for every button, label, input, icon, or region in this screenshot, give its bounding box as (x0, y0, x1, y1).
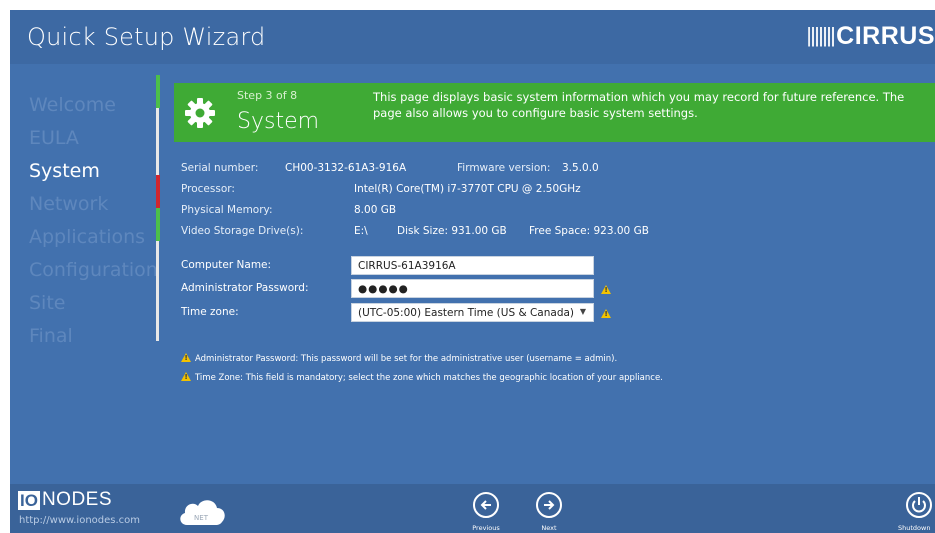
chevron-down-icon[interactable]: ▼ (580, 307, 586, 316)
free-space-value: Free Space: 923.00 GB (529, 225, 649, 237)
disk-size-value: Disk Size: 931.00 GB (397, 225, 507, 237)
timezone-note: Time Zone: This field is mandatory; sele… (181, 372, 663, 383)
website-link[interactable]: http://www.ionodes.com (19, 515, 140, 526)
timezone-warning-icon (601, 309, 611, 318)
arrow-right-icon (544, 500, 555, 510)
processor-value: Intel(R) Core(TM) i7-3770T CPU @ 2.50GHz (354, 183, 581, 195)
physical-memory-label: Physical Memory: (181, 204, 273, 216)
warning-icon (181, 372, 191, 381)
step-marker-complete (156, 208, 160, 241)
computer-name-input[interactable]: CIRRUS-61A3916A (351, 256, 594, 275)
sidebar-item-network[interactable]: Network (29, 193, 108, 215)
step-marker-error (156, 175, 160, 208)
timezone-selected-value: (UTC-05:00) Eastern Time (US & Canada) (358, 307, 575, 319)
sidebar-item-configuration[interactable]: Configuration (29, 259, 158, 281)
admin-password-input[interactable]: ●●●●● (351, 279, 594, 298)
serial-number-value: CH00-3132-61A3-916A (285, 162, 407, 174)
ionodes-logo: IO NODES (18, 489, 112, 511)
app-title: Quick Setup Wizard (27, 23, 266, 51)
admin-password-label: Administrator Password: (181, 282, 309, 294)
next-button[interactable] (536, 492, 562, 518)
brand-text: CIRRUS (836, 22, 935, 50)
sidebar-item-final[interactable]: Final (29, 325, 73, 347)
serial-number-label: Serial number: (181, 162, 259, 174)
brand-logo: CIRRUS (808, 22, 935, 51)
cloud-net-icon[interactable]: NET (177, 495, 227, 527)
header: Quick Setup Wizard CIRRUS (10, 10, 935, 64)
firmware-version-value: 3.5.0.0 (562, 162, 599, 174)
wizard-window: Quick Setup Wizard CIRRUS Welcome EULA S… (10, 10, 935, 533)
step-description: This page displays basic system informat… (373, 90, 905, 120)
processor-label: Processor: (181, 183, 235, 195)
sidebar-item-applications[interactable]: Applications (29, 226, 145, 248)
firmware-version-label: Firmware version: (457, 162, 551, 174)
shutdown-label: Shutdown (898, 524, 931, 532)
arrow-left-icon (480, 500, 491, 510)
video-storage-label: Video Storage Drive(s): (181, 225, 304, 237)
cloud-label: NET (194, 514, 209, 522)
sidebar-item-eula[interactable]: EULA (29, 127, 79, 149)
step-marker-complete (156, 75, 160, 108)
previous-button[interactable] (473, 492, 499, 518)
step-counter: Step 3 of 8 (237, 89, 298, 102)
footer: IO NODES http://www.ionodes.com NET Prev… (10, 484, 935, 533)
timezone-label: Time zone: (181, 306, 239, 318)
logo-io: IO (18, 490, 40, 510)
power-icon[interactable] (906, 492, 932, 518)
step-banner: Step 3 of 8 System This page displays ba… (174, 83, 935, 142)
logo-nodes: NODES (41, 489, 113, 510)
password-warning-icon (601, 285, 611, 294)
previous-label: Previous (472, 524, 500, 532)
brand-mark-icon (808, 26, 835, 47)
sidebar-item-system[interactable]: System (29, 160, 100, 182)
password-note: Administrator Password: This password wi… (181, 353, 617, 364)
warning-icon (181, 353, 191, 362)
physical-memory-value: 8.00 GB (354, 204, 397, 216)
password-note-text: Administrator Password: This password wi… (195, 354, 618, 364)
sidebar-item-site[interactable]: Site (29, 292, 65, 314)
next-label: Next (541, 524, 557, 532)
timezone-note-text: Time Zone: This field is mandatory; sele… (195, 373, 663, 383)
timezone-select[interactable]: (UTC-05:00) Eastern Time (US & Canada) ▼ (351, 303, 594, 322)
gear-icon (185, 98, 215, 128)
video-storage-drive: E:\ (354, 225, 368, 237)
step-title: System (237, 109, 320, 134)
sidebar-item-welcome[interactable]: Welcome (29, 94, 116, 116)
computer-name-label: Computer Name: (181, 259, 272, 271)
